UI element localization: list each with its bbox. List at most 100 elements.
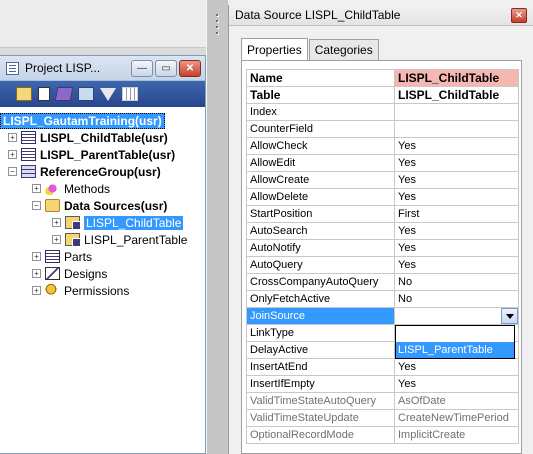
tree-expander-icon[interactable]: − [32,201,41,210]
project-title: Project LISP... [25,61,101,75]
tree-node-label: Methods [64,181,111,196]
property-name: AllowDelete [246,188,395,206]
tree-node[interactable]: − Data Sources(usr) [0,197,205,214]
property-grid-panel: Name LISPL_ChildTable Table LISPL_ChildTabl… [241,60,522,454]
property-value[interactable]: Yes [394,154,519,172]
property-row[interactable]: OptionalRecordMode ImplicitCreate [246,426,519,444]
property-value[interactable] [394,103,519,121]
tree-expander-icon[interactable]: + [32,252,41,261]
tree-node[interactable]: + LISPL_ChildTable [0,214,205,231]
property-value[interactable]: ImplicitCreate [394,426,519,444]
splitter[interactable] [206,0,228,454]
property-row[interactable]: ValidTimeStateAutoQuery AsOfDate [246,392,519,410]
property-name: CrossCompanyAutoQuery [246,273,395,291]
project-tree: LISPL_GautamTraining(usr) + LISPL_ChildTab… [0,107,205,299]
property-row[interactable]: AllowCheck Yes [246,137,519,155]
folder-icon [45,199,60,212]
tree-node[interactable]: + Permissions [0,282,205,299]
property-value[interactable]: LISPL_ChildTable [394,86,519,104]
tree-expander-icon[interactable]: + [8,133,17,142]
property-value[interactable]: Yes [394,375,519,393]
tree-node[interactable]: + LISPL_ParentTable(usr) [0,146,205,163]
property-grid: Name LISPL_ChildTable Table LISPL_ChildTabl… [246,69,519,444]
tree-node-label: Permissions [64,283,130,298]
chevron-down-icon[interactable] [501,308,518,324]
splitter-grip [216,20,218,22]
property-row[interactable]: InsertIfEmpty Yes [246,375,519,393]
property-row[interactable]: AutoQuery Yes [246,256,519,274]
properties-title: Data Source LISPL_ChildTable [235,8,401,22]
property-row[interactable]: Index [246,103,519,121]
tree-node[interactable]: + Parts [0,248,205,265]
compile-icon[interactable] [54,87,74,101]
property-row[interactable]: CrossCompanyAutoQuery No [246,273,519,291]
property-row[interactable]: AllowCreate Yes [246,171,519,189]
property-value[interactable]: No [394,273,519,291]
tree-node[interactable]: + LISPL_ParentTable [0,231,205,248]
tab-properties[interactable]: Properties [241,38,308,60]
property-row[interactable]: AllowDelete Yes [246,188,519,206]
tree-expander-icon[interactable]: + [52,218,61,227]
property-row[interactable]: StartPosition First [246,205,519,223]
property-row[interactable]: Name LISPL_ChildTable [246,69,519,87]
property-value[interactable]: Yes [394,239,519,257]
methods-icon [45,182,60,195]
tree-node-label: ReferenceGroup(usr) [40,164,161,179]
tree-node-label: LISPL_GautamTraining(usr) [0,112,165,129]
property-value[interactable]: Yes [394,256,519,274]
tree-node-label: Data Sources(usr) [64,198,168,213]
tree-expander-icon[interactable]: + [52,235,61,244]
tree-expander-icon[interactable]: − [8,167,17,176]
tab-categories[interactable]: Categories [308,39,379,60]
property-value[interactable]: Yes [394,358,519,376]
property-value[interactable] [394,120,519,138]
property-row[interactable]: ValidTimeStateUpdate CreateNewTimePeriod [246,409,519,427]
tree-expander-icon[interactable]: + [32,184,41,193]
property-value[interactable]: No [394,290,519,308]
property-row[interactable]: AutoNotify Yes [246,239,519,257]
property-value[interactable]: Yes [394,188,519,206]
property-value[interactable]: AsOfDate [394,392,519,410]
property-value[interactable]: Yes [394,171,519,189]
filter-icon[interactable] [100,87,116,101]
tree-node-label: LISPL_ChildTable [84,215,184,230]
tree-expander-icon[interactable]: + [32,286,41,295]
tree-node[interactable]: + Methods [0,180,205,197]
property-value[interactable] [394,307,519,325]
dropdown-option-parenttable[interactable]: LISPL_ParentTable [396,342,514,358]
open-icon[interactable] [16,87,32,101]
property-value[interactable]: Yes [394,137,519,155]
properties-icon[interactable] [38,87,50,101]
tree-node[interactable]: + Designs [0,265,205,282]
property-value[interactable]: LISPL_ChildTable [394,69,519,87]
property-name: AllowCheck [246,137,395,155]
property-row[interactable]: OnlyFetchActive No [246,290,519,308]
property-row[interactable]: JoinSource [246,307,519,325]
grid-icon[interactable] [122,87,138,101]
property-name: AutoNotify [246,239,395,257]
tree-node[interactable]: + LISPL_ChildTable(usr) [0,129,205,146]
property-row[interactable]: AllowEdit Yes [246,154,519,172]
tree-view-icon[interactable] [78,87,94,101]
property-row[interactable]: Table LISPL_ChildTable [246,86,519,104]
properties-close-button[interactable]: ✕ [511,8,527,23]
tree-expander-icon[interactable]: + [32,269,41,278]
property-value[interactable]: Yes [394,222,519,240]
project-title-bar[interactable]: Project LISP... — ▭ ✕ [0,56,205,81]
tree-expander-icon[interactable]: + [8,150,17,159]
property-value[interactable]: CreateNewTimePeriod [394,409,519,427]
property-row[interactable]: InsertAtEnd Yes [246,358,519,376]
property-row[interactable]: CounterField [246,120,519,138]
datasource-icon [65,233,81,247]
tree-node[interactable]: LISPL_GautamTraining(usr) [0,112,205,129]
tree-node-label: LISPL_ChildTable(usr) [40,130,168,145]
property-row[interactable]: AutoSearch Yes [246,222,519,240]
restore-button[interactable]: ▭ [155,60,177,77]
property-value[interactable]: First [394,205,519,223]
close-button[interactable]: ✕ [179,60,201,77]
splitter-grip [216,32,218,34]
minimize-button[interactable]: — [131,60,153,77]
tree-node[interactable]: − ReferenceGroup(usr) [0,163,205,180]
designs-icon [45,267,60,280]
properties-title-bar[interactable]: Data Source LISPL_ChildTable ✕ [229,5,533,26]
